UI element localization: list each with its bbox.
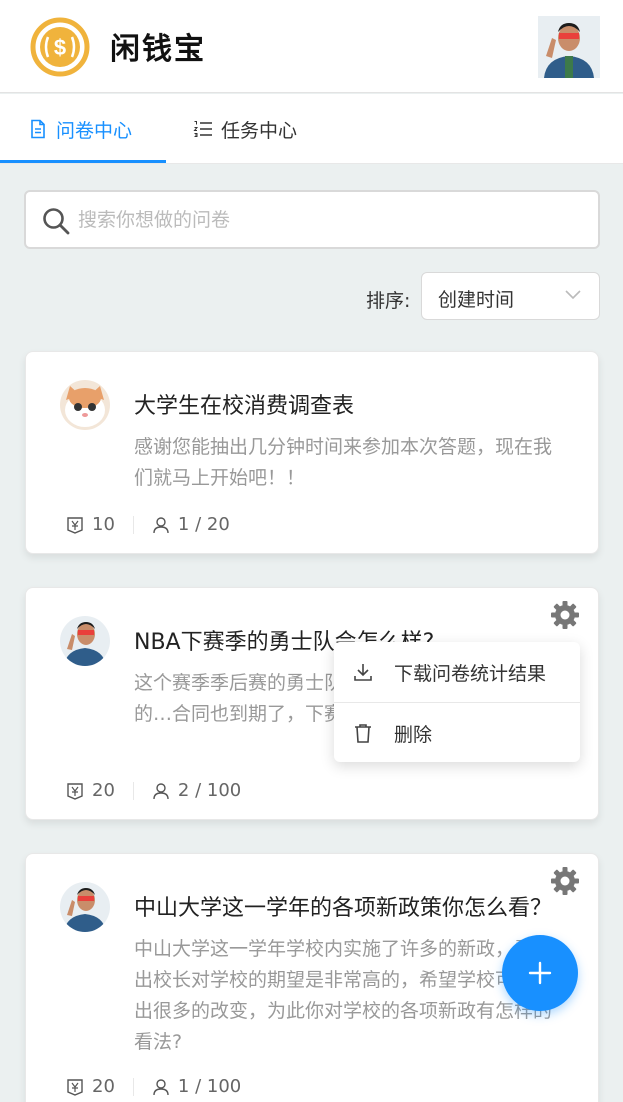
money-icon — [67, 782, 83, 800]
tab-questionnaire-center[interactable]: 问卷中心 — [28, 94, 132, 164]
plus-icon — [528, 961, 552, 985]
card-options-menu: 下载问卷统计结果 删除 — [334, 642, 580, 762]
card-description: 中山大学这一学年学校内实施了许多的新政，看得出校长对学校的期望是非常高的，希望学… — [134, 938, 553, 1053]
sort-selected-value: 创建时间 — [438, 289, 515, 311]
search-box — [24, 190, 600, 249]
user-icon — [153, 782, 169, 799]
tab-task-center[interactable]: 任务中心 — [193, 94, 297, 164]
money-icon — [67, 516, 83, 534]
footer-divider — [132, 1077, 134, 1096]
tab-label: 问卷中心 — [56, 119, 133, 142]
menu-item-label: 删除 — [394, 723, 433, 746]
card-footer: 10 1 / 20 — [66, 514, 230, 535]
participants-value: 1 / 100 — [177, 1076, 242, 1097]
questionnaire-card[interactable]: 大学生在校消费调查表 感谢您能抽出几分钟时间来参加本次答题，现在我们就马上开始吧… — [25, 351, 599, 554]
cat-avatar — [60, 380, 110, 430]
user-icon — [153, 516, 169, 533]
reward-value: 20 — [92, 1076, 115, 1097]
svg-text:$: $ — [54, 35, 66, 60]
user-icon — [153, 1078, 169, 1095]
coin-logo-icon: $ — [30, 17, 90, 77]
menu-item-label: 下载问卷统计结果 — [394, 662, 547, 685]
card-description: 感谢您能抽出几分钟时间来参加本次答题，现在我们就马上开始吧！！ — [134, 436, 553, 489]
card-footer: 20 1 / 100 — [66, 1076, 241, 1097]
tab-label: 任务中心 — [221, 119, 298, 142]
card-title: 中山大学这一学年的各项新政策你怎么看？ — [134, 896, 553, 921]
participants-value: 1 / 20 — [177, 514, 230, 535]
card-footer: 20 2 / 100 — [66, 780, 241, 801]
tab-bar: 问卷中心 任务中心 — [0, 94, 623, 164]
trash-icon — [355, 724, 371, 743]
card-title: 大学生在校消费调查表 — [134, 394, 355, 419]
app-header: $ 闲钱宝 — [0, 0, 623, 93]
download-icon — [354, 664, 372, 681]
participants-value: 2 / 100 — [177, 780, 242, 801]
ordered-list-icon — [193, 121, 212, 137]
reward-value: 10 — [92, 514, 115, 535]
sort-label: 排序: — [366, 290, 411, 312]
app-name: 闲钱宝 — [110, 32, 206, 67]
active-tab-indicator — [0, 160, 166, 163]
add-questionnaire-button[interactable] — [502, 935, 578, 1011]
delete-menu-item[interactable]: 删除 — [334, 703, 580, 763]
document-icon — [31, 119, 45, 139]
chevron-down-icon — [565, 290, 581, 300]
search-input[interactable] — [78, 200, 578, 240]
reward-value: 20 — [92, 780, 115, 801]
author-avatar — [60, 616, 110, 666]
user-avatar[interactable] — [538, 16, 600, 78]
sort-select[interactable]: 创建时间 — [421, 272, 600, 320]
money-icon — [67, 1078, 83, 1096]
footer-divider — [132, 515, 134, 534]
search-icon — [43, 208, 70, 235]
author-avatar — [60, 882, 110, 932]
download-results-menu-item[interactable]: 下载问卷统计结果 — [334, 642, 580, 702]
footer-divider — [132, 781, 134, 800]
